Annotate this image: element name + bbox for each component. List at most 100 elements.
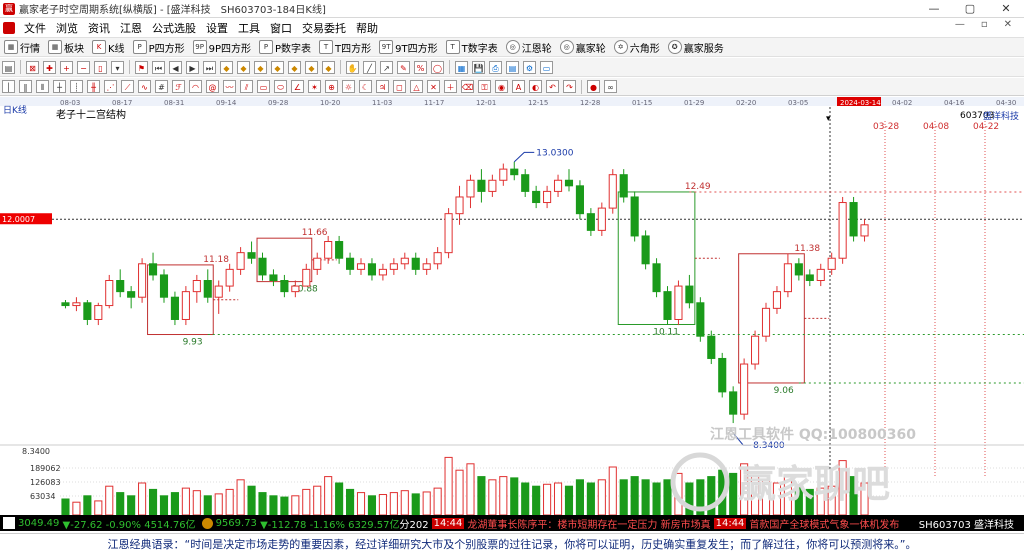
news-ticker-1[interactable]: 龙湖董事长陈序平：楼市短期存在一定压力 新房市场真 bbox=[467, 516, 710, 531]
zoom-out-icon[interactable]: − bbox=[77, 60, 90, 74]
first-icon[interactable]: ⏮ bbox=[152, 60, 165, 74]
toolbar-service-button[interactable]: ✪ 赢家服务 bbox=[664, 40, 728, 55]
arrow-down-icon[interactable]: ▾ bbox=[111, 60, 124, 74]
menu-tools[interactable]: 工具 bbox=[233, 20, 265, 36]
sun-icon[interactable]: ☼ bbox=[342, 80, 355, 93]
cycle-lines-icon[interactable]: ┊ bbox=[70, 80, 83, 93]
toolbar-9p-square-button[interactable]: 9P 9P四方形 bbox=[189, 40, 255, 55]
wave-icon[interactable]: 〰 bbox=[223, 80, 236, 93]
toolbar-t-table-button[interactable]: T T数字表 bbox=[442, 40, 502, 55]
percent-icon[interactable]: % bbox=[414, 60, 427, 74]
redo-icon[interactable]: ↷ bbox=[563, 80, 576, 93]
menu-formula[interactable]: 公式选股 bbox=[147, 20, 201, 36]
toolbar-quotes-button[interactable]: ▦ 行情 bbox=[0, 40, 44, 55]
mdi-close-button[interactable]: ✕ bbox=[996, 19, 1020, 30]
kline-chart-area[interactable]: 08-03 08-17 08-31 09-14 09-28 10-20 11-03 11-17… bbox=[0, 97, 1024, 515]
pen-icon[interactable]: ✎ bbox=[397, 60, 410, 74]
diamond-icon[interactable]: ◆ bbox=[271, 60, 284, 74]
fib-time-icon[interactable]: ╫ bbox=[87, 80, 100, 93]
menu-file[interactable]: 文件 bbox=[19, 20, 51, 36]
toolbar-9t-square-button[interactable]: 9T 9T四方形 bbox=[375, 40, 441, 55]
diamond-icon[interactable]: ◆ bbox=[237, 60, 250, 74]
next-icon[interactable]: ▶ bbox=[186, 60, 199, 74]
menu-trade[interactable]: 交易委托 bbox=[297, 20, 351, 36]
close-button[interactable]: ✕ bbox=[988, 0, 1024, 18]
circle-icon[interactable]: ◯ bbox=[431, 60, 444, 74]
record-icon[interactable]: ● bbox=[587, 80, 600, 93]
hand-icon[interactable]: ✋ bbox=[346, 60, 359, 74]
star-icon[interactable]: ✶ bbox=[308, 80, 321, 93]
grid-lines-icon[interactable]: # bbox=[155, 80, 168, 93]
vertical-line-icon[interactable]: │ bbox=[2, 80, 15, 93]
layout-icon[interactable]: ▤ bbox=[2, 60, 15, 74]
maximize-button[interactable]: ▢ bbox=[952, 0, 988, 18]
arc-icon[interactable]: ◠ bbox=[189, 80, 202, 93]
menu-window[interactable]: 窗口 bbox=[265, 20, 297, 36]
gann-fan-icon[interactable]: ⋰ bbox=[104, 80, 117, 93]
menu-info[interactable]: 资讯 bbox=[83, 20, 115, 36]
toolbar-winner-wheel-button[interactable]: ◎ 赢家轮 bbox=[556, 40, 610, 55]
zoom-in-icon[interactable]: + bbox=[60, 60, 73, 74]
toolbar-hexagon-button[interactable]: ✡ 六角形 bbox=[610, 40, 664, 55]
prev-icon[interactable]: ◀ bbox=[169, 60, 182, 74]
chart-type-icon[interactable]: ⊠ bbox=[26, 60, 39, 74]
news-ticker-2[interactable]: 首款国产全球模式气象一体机发布 bbox=[749, 516, 899, 531]
undo-icon[interactable]: ↶ bbox=[546, 80, 559, 93]
target-icon[interactable]: ⊕ bbox=[325, 80, 338, 93]
quad-lines-icon[interactable]: ┼ bbox=[53, 80, 66, 93]
print-icon[interactable]: ⎙ bbox=[489, 60, 502, 74]
triple-lines-icon[interactable]: ⦀ bbox=[36, 80, 49, 93]
color-icon[interactable]: ◐ bbox=[529, 80, 542, 93]
eraser-icon[interactable]: ⌫ bbox=[461, 80, 474, 93]
candle-icon[interactable]: ▯ bbox=[94, 60, 107, 74]
menu-help[interactable]: 帮助 bbox=[351, 20, 383, 36]
line-icon[interactable]: ╱ bbox=[363, 60, 376, 74]
toolbar-p-square-button[interactable]: P P四方形 bbox=[129, 40, 189, 55]
crosshair-icon[interactable]: ✚ bbox=[43, 60, 56, 74]
lock-icon[interactable]: ⚿ bbox=[478, 80, 491, 93]
text-icon[interactable]: A bbox=[512, 80, 525, 93]
spiral-icon[interactable]: @ bbox=[206, 80, 219, 93]
toolbar-gann-wheel-button[interactable]: ◎ 江恩轮 bbox=[502, 40, 556, 55]
planet-icon[interactable]: ♃ bbox=[376, 80, 389, 93]
fib-icon[interactable]: ℱ bbox=[172, 80, 185, 93]
diamond-icon[interactable]: ◆ bbox=[220, 60, 233, 74]
menu-browse[interactable]: 浏览 bbox=[51, 20, 83, 36]
diamond-icon[interactable]: ◆ bbox=[288, 60, 301, 74]
angle-icon[interactable]: ∠ bbox=[291, 80, 304, 93]
square-icon[interactable]: ◻ bbox=[393, 80, 406, 93]
box-icon[interactable]: ▭ bbox=[257, 80, 270, 93]
flag-icon[interactable]: ⚑ bbox=[135, 60, 148, 74]
toolbar-t-square-button[interactable]: T T四方形 bbox=[315, 40, 375, 55]
mdi-minimize-button[interactable]: — bbox=[947, 19, 973, 30]
diamond-icon[interactable]: ◆ bbox=[322, 60, 335, 74]
table-icon[interactable]: ▤ bbox=[506, 60, 519, 74]
channel-icon[interactable]: ⫽ bbox=[240, 80, 253, 93]
toolbar-p-table-button[interactable]: P P数字表 bbox=[255, 40, 315, 55]
mdi-restore-button[interactable]: ▫ bbox=[973, 19, 996, 30]
minimize-button[interactable]: — bbox=[916, 0, 952, 18]
calendar-icon[interactable]: ▦ bbox=[455, 60, 468, 74]
ray-icon[interactable]: ↗ bbox=[380, 60, 393, 74]
infinity-icon[interactable]: ∞ bbox=[604, 80, 617, 93]
plus-icon[interactable]: ＋ bbox=[444, 80, 457, 93]
diamond-icon[interactable]: ◆ bbox=[305, 60, 318, 74]
menu-gann[interactable]: 江恩 bbox=[115, 20, 147, 36]
parallel-lines-icon[interactable]: ‖ bbox=[19, 80, 32, 93]
moon-icon[interactable]: ☾ bbox=[359, 80, 372, 93]
cross-icon[interactable]: ✕ bbox=[427, 80, 440, 93]
toolbar-kline-button[interactable]: K K线 bbox=[88, 40, 129, 55]
cycle-icon[interactable]: ∿ bbox=[138, 80, 151, 93]
toolbar-sector-button[interactable]: ▦ 板块 bbox=[44, 40, 88, 55]
save-icon[interactable]: 💾 bbox=[472, 60, 485, 74]
last-icon[interactable]: ⏭ bbox=[203, 60, 216, 74]
ellipse-icon[interactable]: ⬭ bbox=[274, 80, 287, 93]
kline-chart[interactable]: 08-03 08-17 08-31 09-14 09-28 10-20 11-03 11-17… bbox=[0, 97, 1024, 515]
tools-icon[interactable]: ⚙ bbox=[523, 60, 536, 74]
window-icon[interactable]: ▭ bbox=[540, 60, 553, 74]
menu-settings[interactable]: 设置 bbox=[201, 20, 233, 36]
speed-line-icon[interactable]: ⟋ bbox=[121, 80, 134, 93]
triangle-icon[interactable]: △ bbox=[410, 80, 423, 93]
diamond-icon[interactable]: ◆ bbox=[254, 60, 267, 74]
eye-icon[interactable]: ◉ bbox=[495, 80, 508, 93]
